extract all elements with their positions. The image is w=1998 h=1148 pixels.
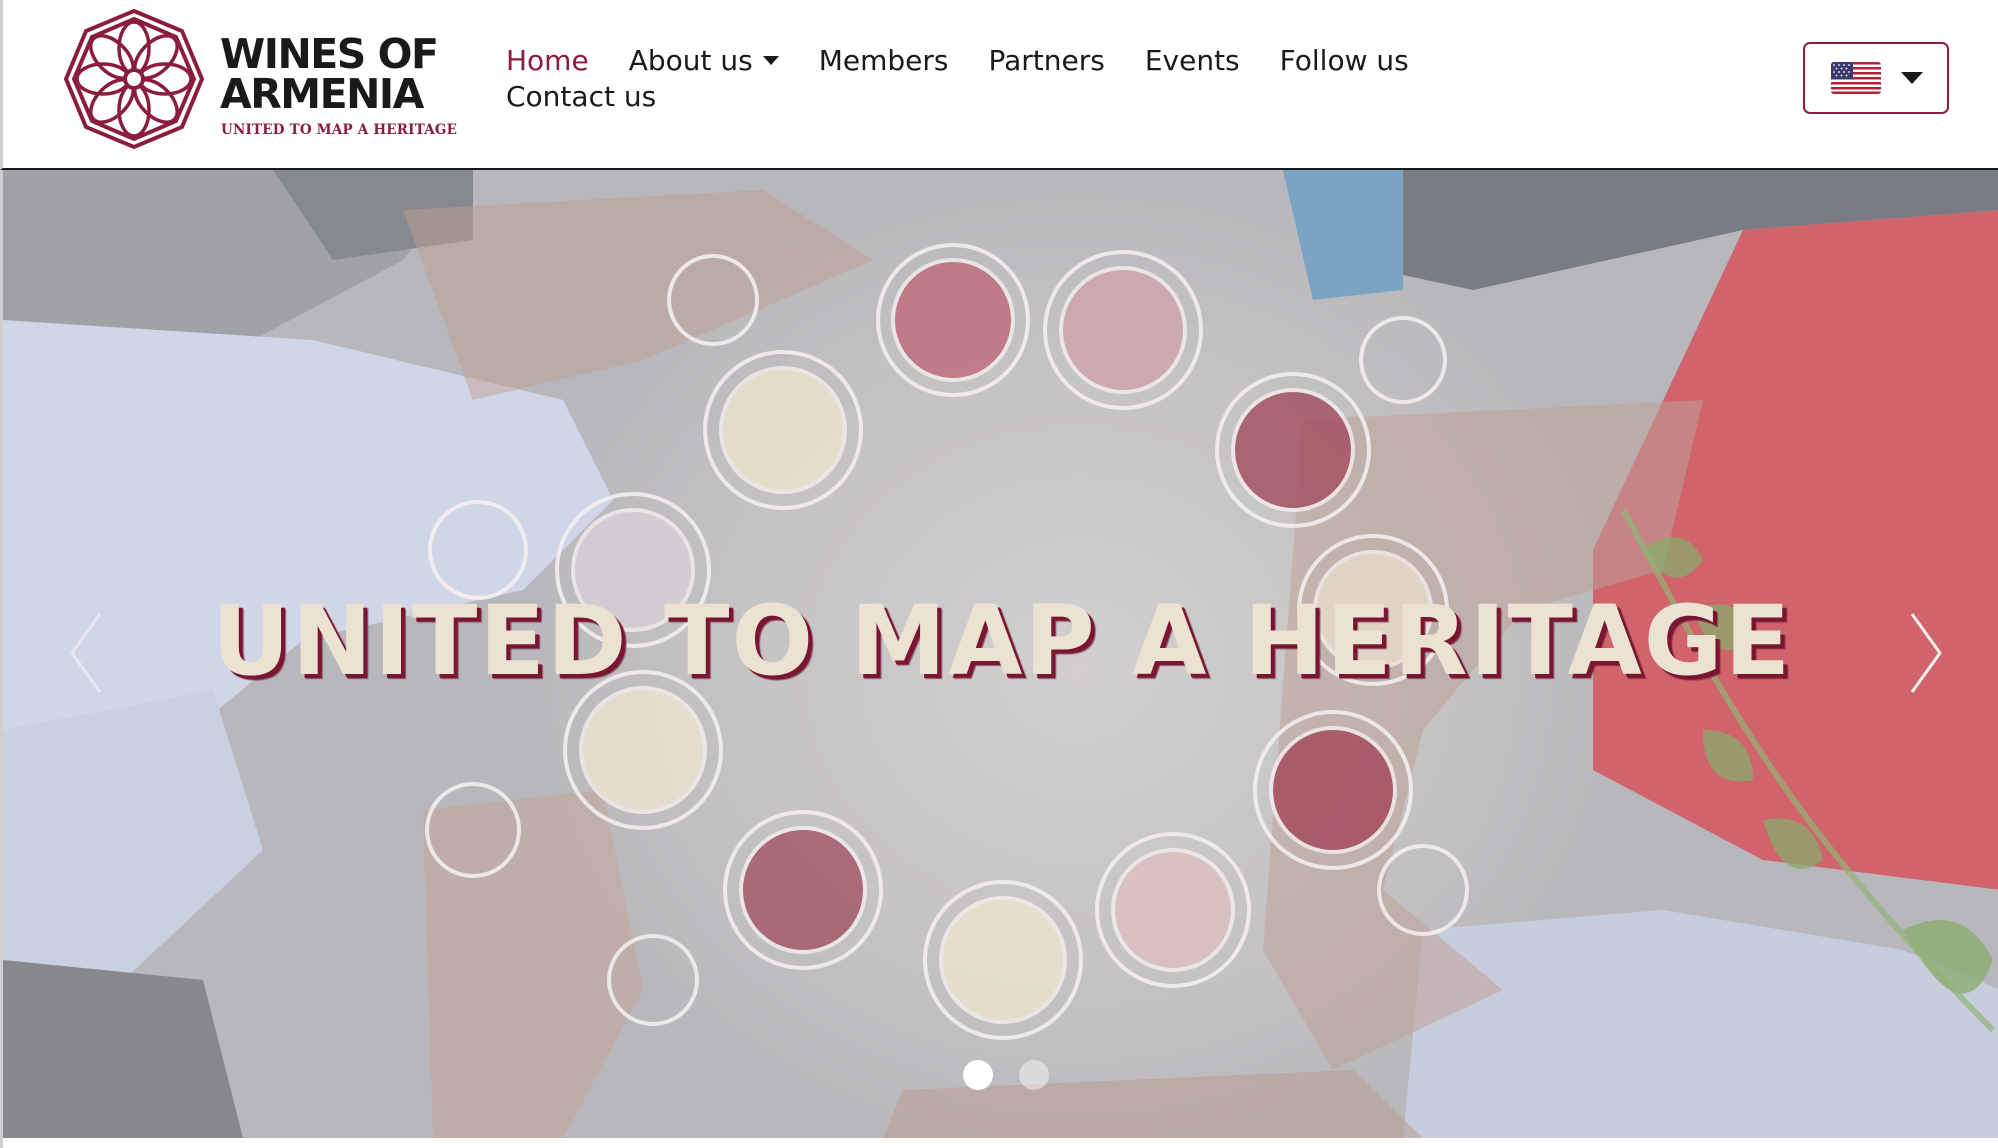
wines-of-armenia-emblem-icon bbox=[63, 8, 205, 150]
logo-title: WINES OF ARMENIA bbox=[220, 30, 460, 118]
nav-item-events[interactable]: Events bbox=[1145, 44, 1240, 77]
main-nav-row-2: Contact us bbox=[506, 74, 1466, 118]
nav-item-contact-us[interactable]: Contact us bbox=[506, 80, 656, 113]
logo-title-line1: WINES OF bbox=[220, 30, 439, 78]
us-flag-icon bbox=[1831, 62, 1881, 94]
chevron-left-icon[interactable] bbox=[66, 610, 106, 696]
slider-dot-1[interactable] bbox=[963, 1060, 993, 1090]
logo-tagline: UNITED TO MAP A HERITAGE bbox=[221, 122, 458, 138]
logo-title-line2: ARMENIA bbox=[220, 70, 424, 118]
slider-pagination bbox=[963, 1060, 1075, 1090]
hero-headline: UNITED TO MAP A HERITAGE bbox=[211, 585, 1793, 697]
nav-item-members[interactable]: Members bbox=[819, 44, 949, 77]
caret-down-icon bbox=[762, 55, 779, 65]
caret-down-icon bbox=[1901, 72, 1923, 84]
nav-item-partners[interactable]: Partners bbox=[988, 44, 1104, 77]
site-header: WINES OF ARMENIA UNITED TO MAP A HERITAG… bbox=[0, 0, 1998, 170]
site-logo[interactable]: WINES OF ARMENIA UNITED TO MAP A HERITAG… bbox=[63, 8, 458, 150]
nav-item-home[interactable]: Home bbox=[506, 44, 589, 77]
nav-item-follow-us[interactable]: Follow us bbox=[1280, 44, 1409, 77]
nav-item-about-us[interactable]: About us bbox=[629, 44, 779, 77]
nav-item-about-us-label: About us bbox=[628, 43, 753, 77]
hero-slider: UNITED TO MAP A HERITAGE bbox=[0, 170, 1998, 1138]
page-bottom-strip bbox=[0, 1138, 1998, 1148]
main-nav: Home About us Members Partners Events Fo… bbox=[506, 38, 1466, 118]
language-selector[interactable] bbox=[1803, 42, 1949, 114]
slider-dot-2[interactable] bbox=[1019, 1060, 1049, 1090]
chevron-right-icon[interactable] bbox=[1906, 610, 1946, 696]
